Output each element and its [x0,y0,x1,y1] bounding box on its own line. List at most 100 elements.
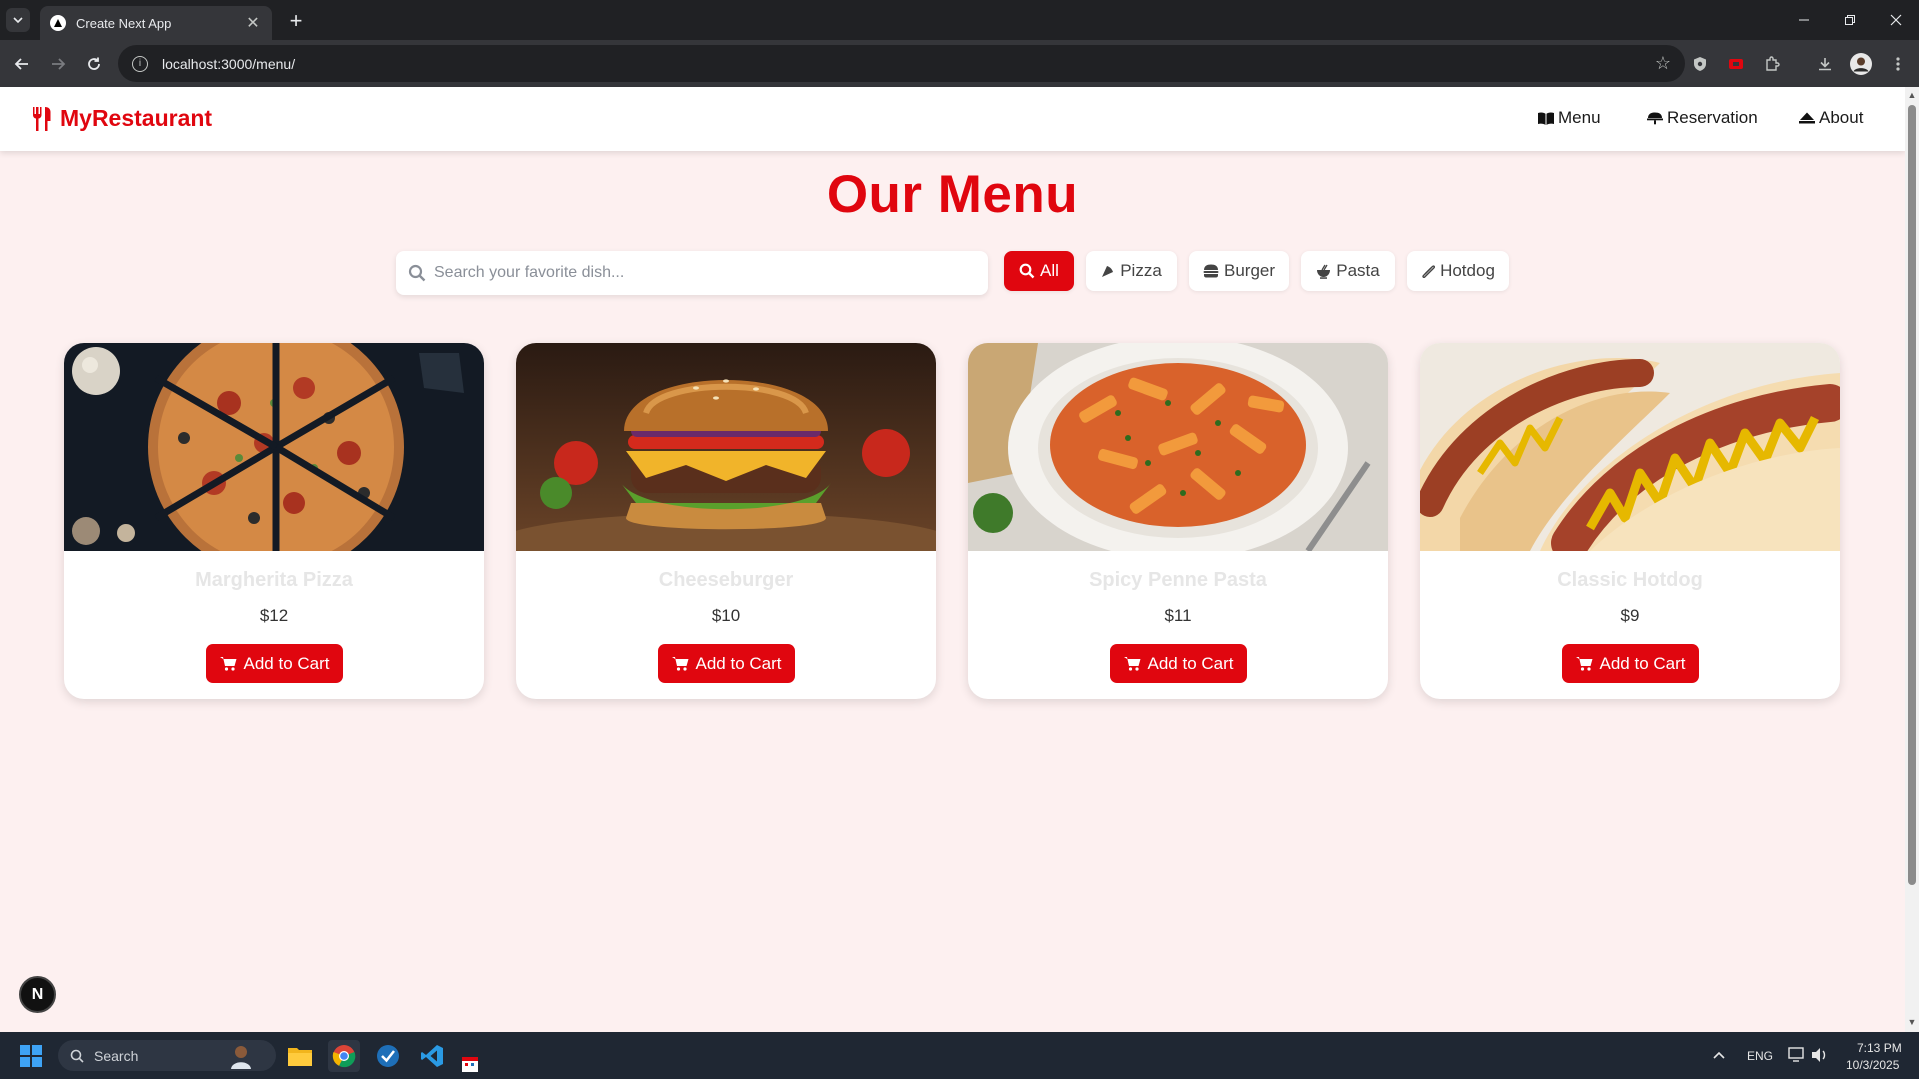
site-navbar: MyRestaurant Menu Reservation About [0,87,1905,151]
scroll-up-icon[interactable]: ▲ [1907,90,1917,100]
file-explorer-icon[interactable] [284,1040,316,1072]
tab-title: Create Next App [76,15,172,31]
page-title: Our Menu [826,165,1079,224]
clock-date[interactable]: 10/3/2025 [1846,1058,1899,1072]
dish-search-input[interactable] [434,264,954,282]
nav-menu-link[interactable]: Menu [1538,108,1601,128]
cart-icon [1575,657,1592,671]
windows-start-icon[interactable] [20,1045,42,1067]
add-to-cart-label: Add to Cart [695,653,782,673]
hotdog-icon [1422,265,1436,278]
filter-burger-label: Burger [1223,261,1276,280]
address-bar[interactable]: i localhost:3000/menu/ ☆ [118,45,1685,82]
nextjs-favicon-icon [50,15,66,31]
page-scrollbar[interactable]: ▲ ▼ [1905,87,1919,1032]
add-to-cart-button[interactable]: Add to Cart [206,644,343,683]
dish-price: $10 [711,606,741,625]
minimize-icon [1799,19,1809,21]
bookmark-star-icon[interactable]: ☆ [1655,53,1671,74]
tray-overflow-icon[interactable] [1712,1049,1726,1063]
restore-icon [1845,15,1855,25]
browser-tab[interactable]: Create Next App ✕ [40,6,272,40]
filter-pizza-button[interactable]: Pizza [1086,251,1177,291]
browser-tab-bar: Create Next App ✕ + [0,0,1919,40]
nextjs-dev-badge[interactable]: N [19,976,56,1013]
pizza-image [64,343,484,551]
brand-name: MyRestaurant [60,105,213,131]
tab-search-button[interactable] [6,8,30,32]
chrome-icon[interactable] [328,1040,360,1072]
arrow-right-icon [52,58,66,70]
forward-button[interactable] [46,52,70,76]
dish-search-box[interactable] [396,251,988,295]
new-tab-button[interactable]: + [283,8,309,34]
filter-all-label: All [1040,261,1059,280]
network-icon[interactable] [1788,1047,1806,1066]
search-highlight-icon [231,1045,251,1069]
filter-pizza-label: Pizza [1120,261,1162,280]
check-app-icon[interactable] [372,1040,404,1072]
taskbar-search-label: Search [94,1047,139,1064]
calendar-app-icon[interactable] [460,1054,480,1074]
menu-card-burger: Cheeseburger $10 Add to Cart [516,343,936,699]
search-icon [70,1049,84,1063]
nav-reservation-label: Reservation [1667,108,1758,127]
filter-pasta-label: Pasta [1336,261,1380,280]
vscode-icon[interactable] [416,1040,448,1072]
reload-button[interactable] [82,52,106,76]
shield-icon [1694,57,1706,71]
menu-card-hotdog: Classic Hotdog $9 Add to Cart [1420,343,1840,699]
scrollbar-thumb[interactable] [1908,105,1916,885]
taskbar-search[interactable]: Search [58,1040,276,1071]
cart-icon [219,657,236,671]
nav-reservation-link[interactable]: Reservation [1647,108,1758,128]
download-icon [1819,58,1831,71]
add-to-cart-button[interactable]: Add to Cart [1110,644,1247,683]
dish-name: Cheeseburger [658,569,794,591]
back-button[interactable] [10,52,34,76]
dish-name: Margherita Pizza [195,569,353,591]
cart-icon [1123,657,1140,671]
menu-card-pizza: Margherita Pizza $12 Add to Cart [64,343,484,699]
language-indicator[interactable]: ENG [1747,1049,1773,1063]
url-text: localhost:3000/menu/ [162,55,296,72]
filter-hotdog-button[interactable]: Hotdog [1407,251,1509,291]
puzzle-icon [1766,56,1780,71]
extensions-button[interactable] [1760,52,1784,76]
filter-pasta-button[interactable]: Pasta [1301,251,1395,291]
profile-avatar-button[interactable] [1849,52,1873,76]
close-icon [1890,14,1902,26]
filter-hotdog-label: Hotdog [1440,261,1495,280]
add-to-cart-button[interactable]: Add to Cart [1562,644,1699,683]
burger-image [516,343,936,551]
search-icon [408,264,426,282]
minimize-button[interactable] [1781,0,1827,40]
info-icon [1799,112,1815,123]
dish-price: $11 [1164,606,1192,625]
add-to-cart-button[interactable]: Add to Cart [658,644,795,683]
nav-about-link[interactable]: About [1799,108,1863,128]
extension-shield-button[interactable] [1688,52,1712,76]
close-tab-icon[interactable]: ✕ [244,13,262,33]
restore-button[interactable] [1827,0,1873,40]
brand-logo[interactable]: MyRestaurant [32,105,212,132]
browser-menu-button[interactable] [1886,52,1910,76]
menu-card-pasta: Spicy Penne Pasta $11 Add to Cart [968,343,1388,699]
hotdog-image [1420,343,1840,551]
dish-name: Spicy Penne Pasta [1089,569,1267,591]
browser-toolbar: i localhost:3000/menu/ ☆ [0,40,1919,87]
clock-time[interactable]: 7:13 PM [1857,1041,1902,1055]
extension-red-button[interactable] [1724,52,1748,76]
nav-menu-label: Menu [1558,108,1601,127]
volume-icon[interactable] [1811,1047,1829,1066]
book-icon [1538,111,1554,125]
arrow-left-icon [14,58,28,70]
scroll-down-icon[interactable]: ▼ [1907,1017,1917,1027]
filter-burger-button[interactable]: Burger [1189,251,1289,291]
filter-all-button[interactable]: All [1004,251,1074,291]
downloads-button[interactable] [1813,52,1837,76]
nav-about-label: About [1819,108,1864,127]
dish-price: $9 [1620,606,1640,625]
site-info-icon[interactable]: i [132,55,148,72]
close-window-button[interactable] [1873,0,1919,40]
